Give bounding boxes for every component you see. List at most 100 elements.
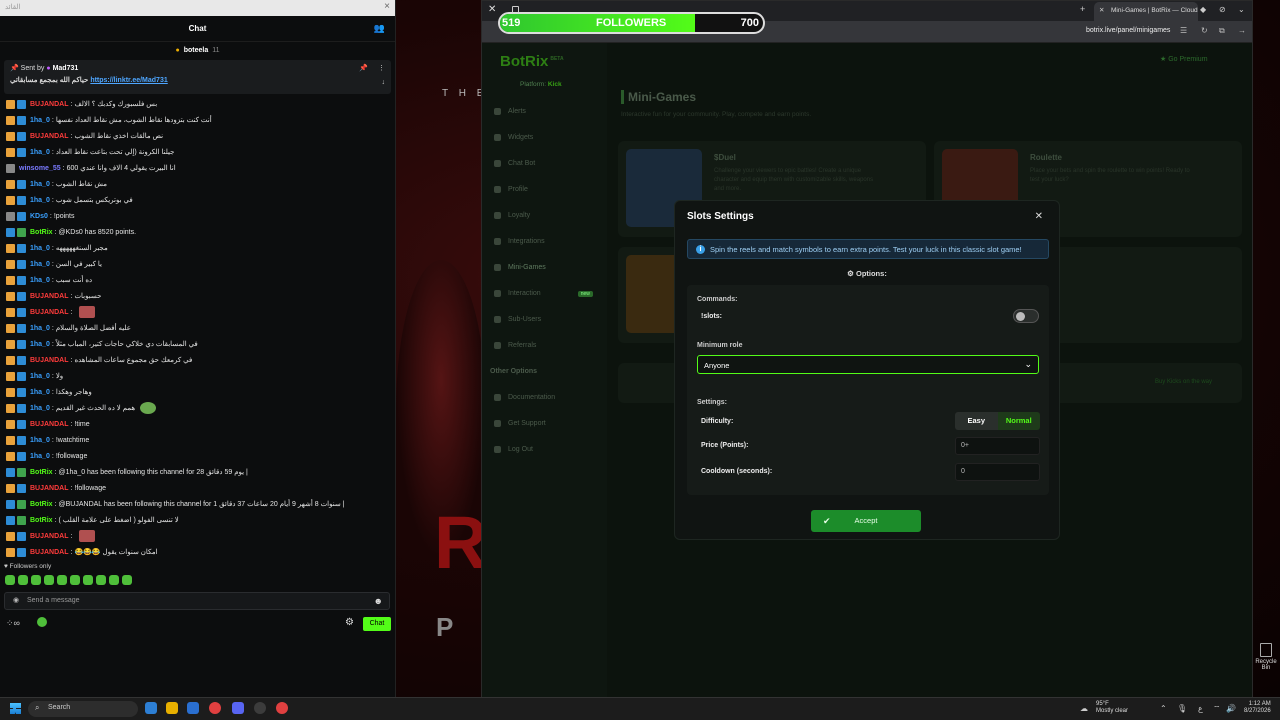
emote-icon[interactable]: [70, 575, 80, 585]
chevron-down-icon[interactable]: ⌄: [1238, 5, 1245, 14]
taskbar-search[interactable]: ⌕ Search: [28, 701, 138, 717]
pin-icon[interactable]: ⊘: [1219, 5, 1226, 14]
pin-icon[interactable]: 📌: [359, 64, 368, 72]
sidebar-item-referrals[interactable]: Referrals: [494, 342, 536, 349]
sidebar-item-alerts[interactable]: Alerts: [494, 108, 526, 115]
chat-username[interactable]: BotRix: [30, 229, 53, 236]
language-icon[interactable]: ع: [1198, 704, 1203, 713]
chat-username[interactable]: 1ha_0: [30, 197, 50, 204]
tab-minigames[interactable]: ✕ Mini-Games | BotRix — Cloud: [1094, 2, 1198, 21]
chat-input[interactable]: ◉ Send a message ☻: [4, 592, 390, 610]
chat-username[interactable]: winsome_55: [19, 165, 61, 172]
pin-link[interactable]: https://linktr.ee/Mad731: [90, 77, 167, 84]
new-tab-icon[interactable]: +: [1080, 4, 1085, 14]
difficulty-easy-button[interactable]: Easy: [955, 412, 998, 430]
accept-button[interactable]: ✔ Accept: [811, 510, 921, 532]
emote-icon[interactable]: [57, 575, 67, 585]
emote-icon[interactable]: [109, 575, 119, 585]
gift-icon[interactable]: ⁘∞: [6, 618, 20, 629]
chevron-up-icon[interactable]: ⌃: [1160, 704, 1167, 713]
copilot-icon[interactable]: [145, 702, 157, 714]
mic-icon[interactable]: 🎙: [1177, 704, 1187, 713]
sidebar-item-get-support[interactable]: Get Support: [494, 420, 546, 427]
sidebar-item-sub-users[interactable]: Sub-Users: [494, 316, 541, 323]
chat-username[interactable]: BUJANDAL: [30, 133, 69, 140]
chat-username[interactable]: KDs0: [30, 213, 48, 220]
chat-username[interactable]: 1ha_0: [30, 341, 50, 348]
chat-username[interactable]: BotRix: [30, 501, 53, 508]
chat-username[interactable]: BUJANDAL: [30, 549, 69, 556]
chat-username[interactable]: 1ha_0: [30, 149, 50, 156]
expand-icon[interactable]: ↓: [382, 79, 386, 86]
chat-username[interactable]: 1ha_0: [30, 437, 50, 444]
sidebar-item-loyalty[interactable]: Loyalty: [494, 212, 530, 219]
emote-icon[interactable]: [96, 575, 106, 585]
pin-sender[interactable]: Mad731: [53, 65, 79, 72]
close-icon[interactable]: ✕: [488, 4, 496, 15]
recycle-bin-icon[interactable]: Recycle Bin: [1252, 643, 1280, 671]
emote-icon[interactable]: [122, 575, 132, 585]
chat-username[interactable]: BUJANDAL: [30, 101, 69, 108]
chat-username[interactable]: BUJANDAL: [30, 309, 69, 316]
windows-start-icon[interactable]: [10, 703, 21, 714]
chat-username[interactable]: 1ha_0: [30, 405, 50, 412]
url-text[interactable]: botrix.live/panel/minigames: [1086, 27, 1170, 34]
buy-kicks-link[interactable]: Buy Kicks on the way: [1155, 379, 1212, 385]
brand-logo[interactable]: BotRix BETA: [500, 53, 564, 70]
sidebar-item-documentation[interactable]: Documentation: [494, 394, 555, 401]
min-role-select[interactable]: Anyone ⌄: [697, 355, 1039, 374]
chrome-icon[interactable]: [276, 702, 288, 714]
chat-username[interactable]: 1ha_0: [30, 261, 50, 268]
emote-icon[interactable]: [83, 575, 93, 585]
chat-username[interactable]: 1ha_0: [30, 117, 50, 124]
clock[interactable]: 1:12 AM 8/27/2026: [1244, 701, 1271, 715]
price-input[interactable]: 0+: [955, 437, 1040, 455]
close-icon[interactable]: ×: [384, 1, 390, 12]
chat-username[interactable]: 1ha_0: [30, 181, 50, 188]
sidebar-item-chat-bot[interactable]: Chat Bot: [494, 160, 535, 167]
chat-send-button[interactable]: Chat: [363, 617, 391, 631]
emote-icon[interactable]: [5, 575, 15, 585]
chat-username[interactable]: BUJANDAL: [30, 421, 69, 428]
emoji-icon[interactable]: ☻: [374, 596, 383, 606]
emote-picker-icon[interactable]: ◉: [13, 596, 19, 604]
close-tab-icon[interactable]: ✕: [1099, 6, 1104, 14]
difficulty-normal-button[interactable]: Normal: [997, 412, 1040, 430]
speaker-icon[interactable]: 🔊: [1226, 704, 1236, 713]
store-icon[interactable]: [187, 702, 199, 714]
users-icon[interactable]: 👥: [374, 23, 385, 34]
more-icon[interactable]: ⋮: [378, 64, 385, 72]
obs-icon[interactable]: [254, 702, 266, 714]
sidebar-item-integrations[interactable]: Integrations: [494, 238, 545, 245]
chat-username[interactable]: BUJANDAL: [30, 533, 69, 540]
kick-icon[interactable]: [37, 617, 47, 627]
chat-username[interactable]: BUJANDAL: [30, 485, 69, 492]
chat-username[interactable]: BUJANDAL: [30, 357, 69, 364]
emote-icon[interactable]: [44, 575, 54, 585]
chat-username[interactable]: BotRix: [30, 517, 53, 524]
sidebar-item-interaction[interactable]: Interaction new: [494, 290, 593, 297]
sidebar-item-log-out[interactable]: Log Out: [494, 446, 533, 453]
chrome-icon[interactable]: [209, 702, 221, 714]
close-icon[interactable]: ✕: [1035, 211, 1043, 222]
extension-icon[interactable]: ◆: [1200, 5, 1206, 14]
wifi-icon[interactable]: ⌔: [1213, 704, 1221, 714]
chat-username[interactable]: 1ha_0: [30, 325, 50, 332]
emote-icon[interactable]: [18, 575, 28, 585]
refresh-icon[interactable]: ↻: [1201, 26, 1208, 35]
chat-username[interactable]: BotRix: [30, 469, 53, 476]
chat-username[interactable]: 1ha_0: [30, 277, 50, 284]
chat-username[interactable]: 1ha_0: [30, 453, 50, 460]
chat-username[interactable]: BUJANDAL: [30, 293, 69, 300]
gear-icon[interactable]: ⚙: [345, 617, 354, 628]
cooldown-input[interactable]: 0: [955, 463, 1040, 481]
weather-widget[interactable]: 95°F Mostly clear: [1096, 701, 1128, 715]
forward-icon[interactable]: →: [1238, 26, 1246, 35]
sidebar-item-mini-games[interactable]: Mini-Games: [494, 264, 546, 271]
go-premium-button[interactable]: ★ Go Premium: [1160, 55, 1208, 63]
copy-icon[interactable]: ⧉: [1219, 26, 1225, 36]
chat-username[interactable]: 1ha_0: [30, 245, 50, 252]
chat-username[interactable]: 1ha_0: [30, 389, 50, 396]
slots-command-toggle[interactable]: [1013, 309, 1039, 323]
sidebar-item-profile[interactable]: Profile: [494, 186, 528, 193]
